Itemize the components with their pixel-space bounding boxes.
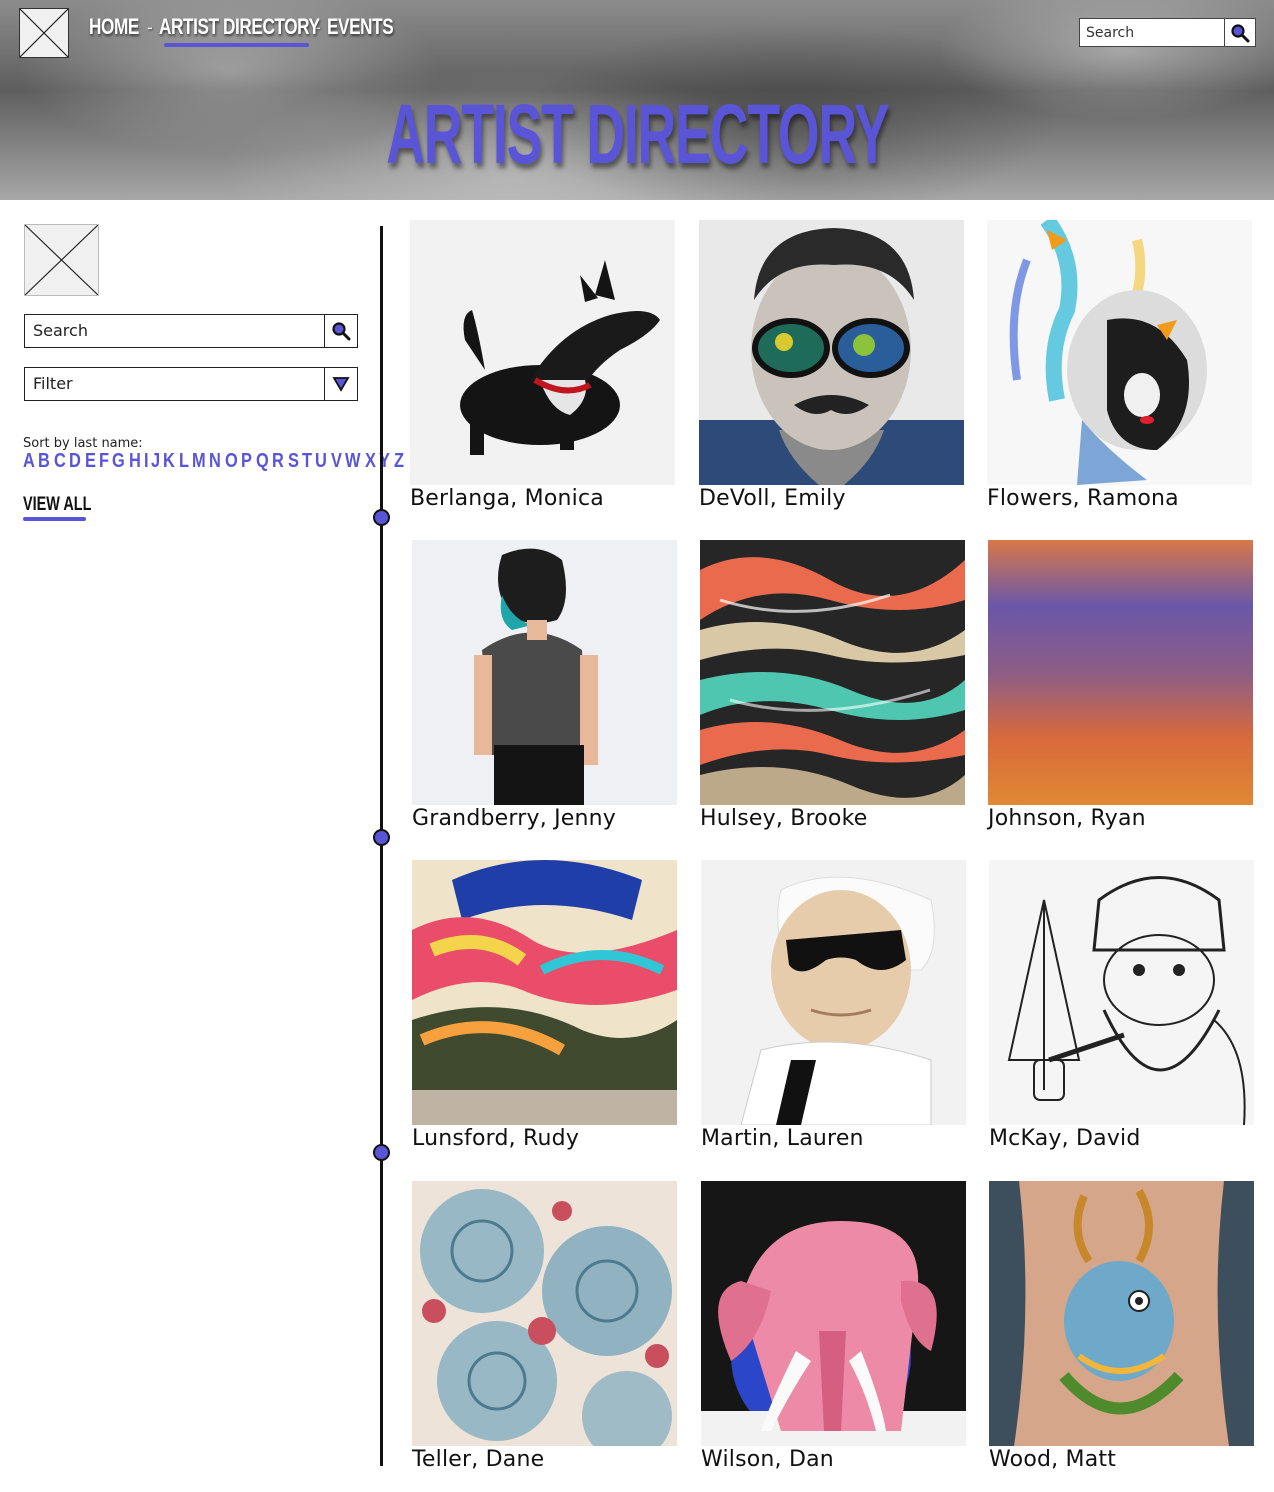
filter-dropdown[interactable]: Filter (24, 367, 358, 401)
artist-name[interactable]: Teller, Dane (412, 1447, 677, 1472)
search-icon (332, 322, 351, 341)
filter-label: Filter (25, 368, 324, 400)
alphabet-letter-o[interactable]: O (225, 450, 238, 473)
alphabet-letter-j[interactable]: J (151, 450, 160, 473)
hero-banner: HOME - ARTIST DIRECTORY - EVENTS ARTIST … (0, 0, 1274, 200)
alphabet-letter-u[interactable]: U (315, 450, 327, 473)
alphabet-letter-p[interactable]: P (241, 450, 252, 473)
alphabet-letter-e[interactable]: E (85, 450, 96, 473)
artwork-watercolor-woman[interactable] (987, 220, 1252, 485)
alphabet-letter-b[interactable]: B (38, 450, 50, 473)
artist-card[interactable]: Grandberry, Jenny (412, 540, 677, 831)
alphabet-index: ABCDEFGHIJKLMNOPQRSTUVWXYZ (23, 450, 407, 473)
artist-name[interactable]: DeVoll, Emily (699, 486, 964, 511)
alphabet-letter-k[interactable]: K (163, 450, 175, 473)
artist-card[interactable]: McKay, David (989, 860, 1254, 1151)
header-search-button[interactable] (1224, 19, 1255, 46)
artist-name[interactable]: McKay, David (989, 1126, 1254, 1151)
sidebar-search-input[interactable] (25, 315, 324, 347)
artwork-jackalope-tattoo[interactable] (989, 1181, 1254, 1446)
artwork-bearded-man-drawing[interactable] (989, 860, 1254, 1125)
artwork-gradient-painting[interactable] (988, 540, 1253, 805)
artwork-dog-portrait[interactable] (410, 220, 675, 485)
artist-card[interactable]: Wood, Matt (989, 1181, 1254, 1472)
alphabet-letter-w[interactable]: W (345, 450, 360, 473)
view-all-underline (23, 517, 86, 521)
timeline-dot[interactable] (373, 829, 390, 846)
alphabet-letter-l[interactable]: L (179, 450, 189, 473)
header-search-bar (1079, 18, 1256, 47)
top-nav: HOME - ARTIST DIRECTORY - EVENTS (89, 14, 394, 40)
sidebar-search-button[interactable] (324, 315, 357, 347)
alphabet-letter-x[interactable]: X (365, 450, 376, 473)
artist-card[interactable]: Flowers, Ramona (987, 220, 1252, 511)
page-title-text: ARTIST DIRECTORY (385, 87, 889, 181)
alphabet-letter-v[interactable]: V (331, 450, 342, 473)
alphabet-letter-d[interactable]: D (69, 450, 81, 473)
search-icon (1231, 23, 1250, 42)
artwork-graffiti[interactable] (412, 860, 677, 1125)
nav-events-link[interactable]: EVENTS (327, 14, 394, 40)
timeline-dot[interactable] (373, 509, 390, 526)
artist-name[interactable]: Wood, Matt (989, 1447, 1254, 1472)
nav-artist-directory-link[interactable]: ARTIST DIRECTORY (159, 14, 320, 40)
artist-card[interactable]: Lunsford, Rudy (412, 860, 677, 1151)
alphabet-letter-f[interactable]: F (99, 450, 109, 473)
alphabet-letter-a[interactable]: A (23, 450, 35, 473)
header-search-input[interactable] (1080, 19, 1224, 46)
artwork-girl-teal-hair[interactable] (412, 540, 677, 805)
artwork-pink-elephant[interactable] (701, 1181, 966, 1446)
artist-card[interactable]: DeVoll, Emily (699, 220, 964, 511)
artwork-marble-abstract[interactable] (700, 540, 965, 805)
alphabet-letter-n[interactable]: N (209, 450, 221, 473)
artwork-roses-stipple[interactable] (412, 1181, 677, 1446)
triangle-down-icon (332, 377, 350, 392)
sidebar-search-bar (24, 314, 358, 348)
timeline-dot[interactable] (373, 1144, 390, 1161)
alphabet-letter-m[interactable]: M (192, 450, 206, 473)
alphabet-letter-c[interactable]: C (54, 450, 66, 473)
artwork-sunglasses-portrait[interactable] (699, 220, 964, 485)
active-nav-underline (164, 43, 309, 47)
nav-home-link[interactable]: HOME (89, 14, 139, 40)
artist-card[interactable]: Teller, Dane (412, 1181, 677, 1472)
alphabet-letter-q[interactable]: Q (256, 450, 269, 473)
timeline-line (380, 226, 383, 1466)
alphabet-letter-r[interactable]: R (272, 450, 284, 473)
artist-name[interactable]: Lunsford, Rudy (412, 1126, 677, 1151)
view-all-link[interactable]: VIEW ALL (23, 494, 91, 516)
page-title: ARTIST DIRECTORY (0, 86, 1274, 183)
artwork-man-sunglasses[interactable] (701, 860, 966, 1125)
artist-name[interactable]: Hulsey, Brooke (700, 806, 965, 831)
filter-dropdown-button[interactable] (324, 368, 357, 400)
sort-label: Sort by last name: (23, 436, 143, 451)
artist-name[interactable]: Berlanga, Monica (410, 486, 675, 511)
alphabet-letter-t[interactable]: T (302, 450, 312, 473)
alphabet-letter-h[interactable]: H (129, 450, 141, 473)
artist-card[interactable]: Hulsey, Brooke (700, 540, 965, 831)
logo-placeholder-icon[interactable] (19, 8, 69, 58)
artist-name[interactable]: Johnson, Ryan (988, 806, 1253, 831)
image-placeholder-icon (24, 224, 99, 296)
artist-card[interactable]: Martin, Lauren (701, 860, 966, 1151)
alphabet-letter-g[interactable]: G (112, 450, 125, 473)
artist-card[interactable]: Berlanga, Monica (410, 220, 675, 511)
nav-separator: - (147, 17, 153, 37)
alphabet-letter-z[interactable]: Z (394, 450, 404, 473)
artist-name[interactable]: Grandberry, Jenny (412, 806, 677, 831)
artist-name[interactable]: Martin, Lauren (701, 1126, 966, 1151)
artist-name[interactable]: Flowers, Ramona (987, 486, 1252, 511)
alphabet-letter-i[interactable]: I (144, 450, 149, 473)
artist-card[interactable]: Wilson, Dan (701, 1181, 966, 1472)
artist-name[interactable]: Wilson, Dan (701, 1447, 966, 1472)
alphabet-letter-s[interactable]: S (288, 450, 299, 473)
artist-card[interactable]: Johnson, Ryan (988, 540, 1253, 831)
